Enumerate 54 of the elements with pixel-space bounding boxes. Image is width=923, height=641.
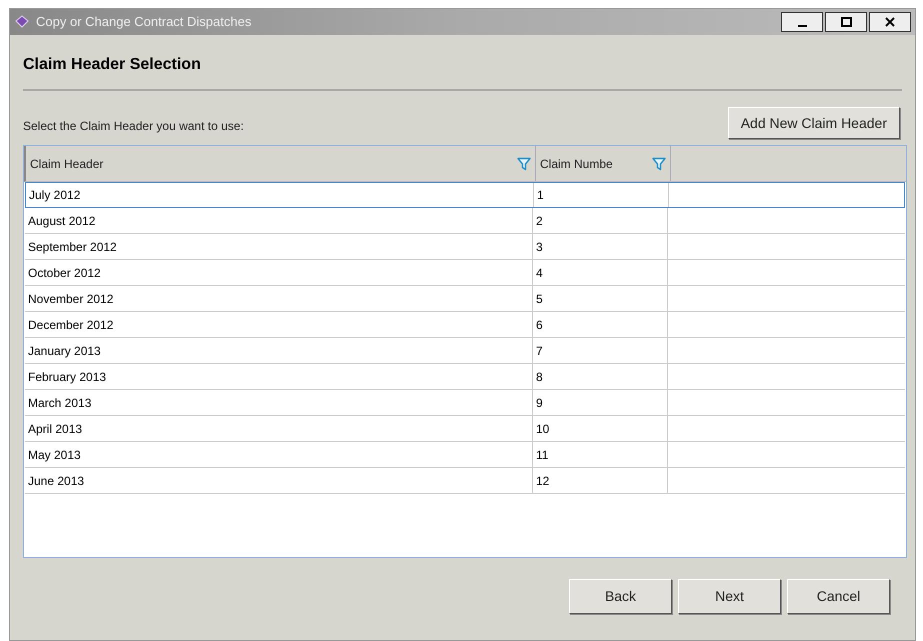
table-cell: September 2012 — [25, 234, 533, 259]
minimize-button[interactable] — [781, 12, 823, 32]
table-cell: 2 — [533, 208, 668, 233]
table-cell: 5 — [533, 286, 668, 311]
table-cell: 6 — [533, 312, 668, 337]
table-cell: January 2013 — [25, 338, 533, 363]
table-cell: 9 — [533, 390, 668, 415]
instruction-text: Select the Claim Header you want to use: — [23, 118, 244, 135]
close-icon — [885, 17, 895, 27]
table-row[interactable]: November 2012 5 — [25, 286, 905, 312]
table-cell: 7 — [533, 338, 668, 363]
maximize-icon — [840, 17, 852, 27]
window-title: Copy or Change Contract Dispatches — [36, 13, 252, 32]
table-row[interactable]: October 2012 4 — [25, 260, 905, 286]
table-row[interactable]: January 2013 7 — [25, 338, 905, 364]
table-cell: 4 — [533, 260, 668, 285]
table-row[interactable]: March 2013 9 — [25, 390, 905, 416]
table-cell: November 2012 — [25, 286, 533, 311]
app-icon — [14, 15, 30, 29]
table-cell: December 2012 — [25, 312, 533, 337]
table-cell: 1 — [534, 183, 669, 207]
table-cell: July 2012 — [26, 183, 534, 207]
table-cell: 11 — [533, 442, 668, 467]
add-claim-header-button[interactable]: Add New Claim Header — [728, 107, 900, 139]
table-cell: 8 — [533, 364, 668, 389]
table-cell: August 2012 — [25, 208, 533, 233]
table-row[interactable]: June 2013 12 — [25, 468, 905, 494]
table-row[interactable]: September 2012 3 — [25, 234, 905, 260]
table-cell: May 2013 — [25, 442, 533, 467]
maximize-button[interactable] — [825, 12, 867, 32]
page-heading: Claim Header Selection — [23, 55, 202, 75]
table-row[interactable]: February 2013 8 — [25, 364, 905, 390]
minimize-icon — [798, 25, 806, 27]
column-header[interactable]: Claim Header — [26, 146, 536, 181]
table-cell: 10 — [533, 416, 668, 441]
dialog-button[interactable]: Next — [678, 579, 781, 614]
table-cell: June 2013 — [25, 468, 533, 493]
table-cell: 3 — [533, 234, 668, 259]
column-header[interactable]: Claim Numbe — [536, 146, 671, 181]
table-row[interactable]: April 2013 10 — [25, 416, 905, 442]
table-cell: October 2012 — [25, 260, 533, 285]
table-row[interactable]: May 2013 11 — [25, 442, 905, 468]
table-row[interactable]: August 2012 2 — [25, 208, 905, 234]
filter-icon[interactable] — [517, 156, 531, 170]
close-button[interactable] — [869, 12, 911, 32]
table-row[interactable]: July 2012 1 — [25, 182, 905, 208]
table-cell: March 2013 — [25, 390, 533, 415]
dialog-button[interactable]: Back — [569, 579, 672, 614]
dialog-button[interactable]: Cancel — [787, 579, 890, 614]
filter-icon[interactable] — [652, 156, 666, 170]
table-cell: 12 — [533, 468, 668, 493]
table-cell: February 2013 — [25, 364, 533, 389]
table-cell: April 2013 — [25, 416, 533, 441]
table-row[interactable]: December 2012 6 — [25, 312, 905, 338]
